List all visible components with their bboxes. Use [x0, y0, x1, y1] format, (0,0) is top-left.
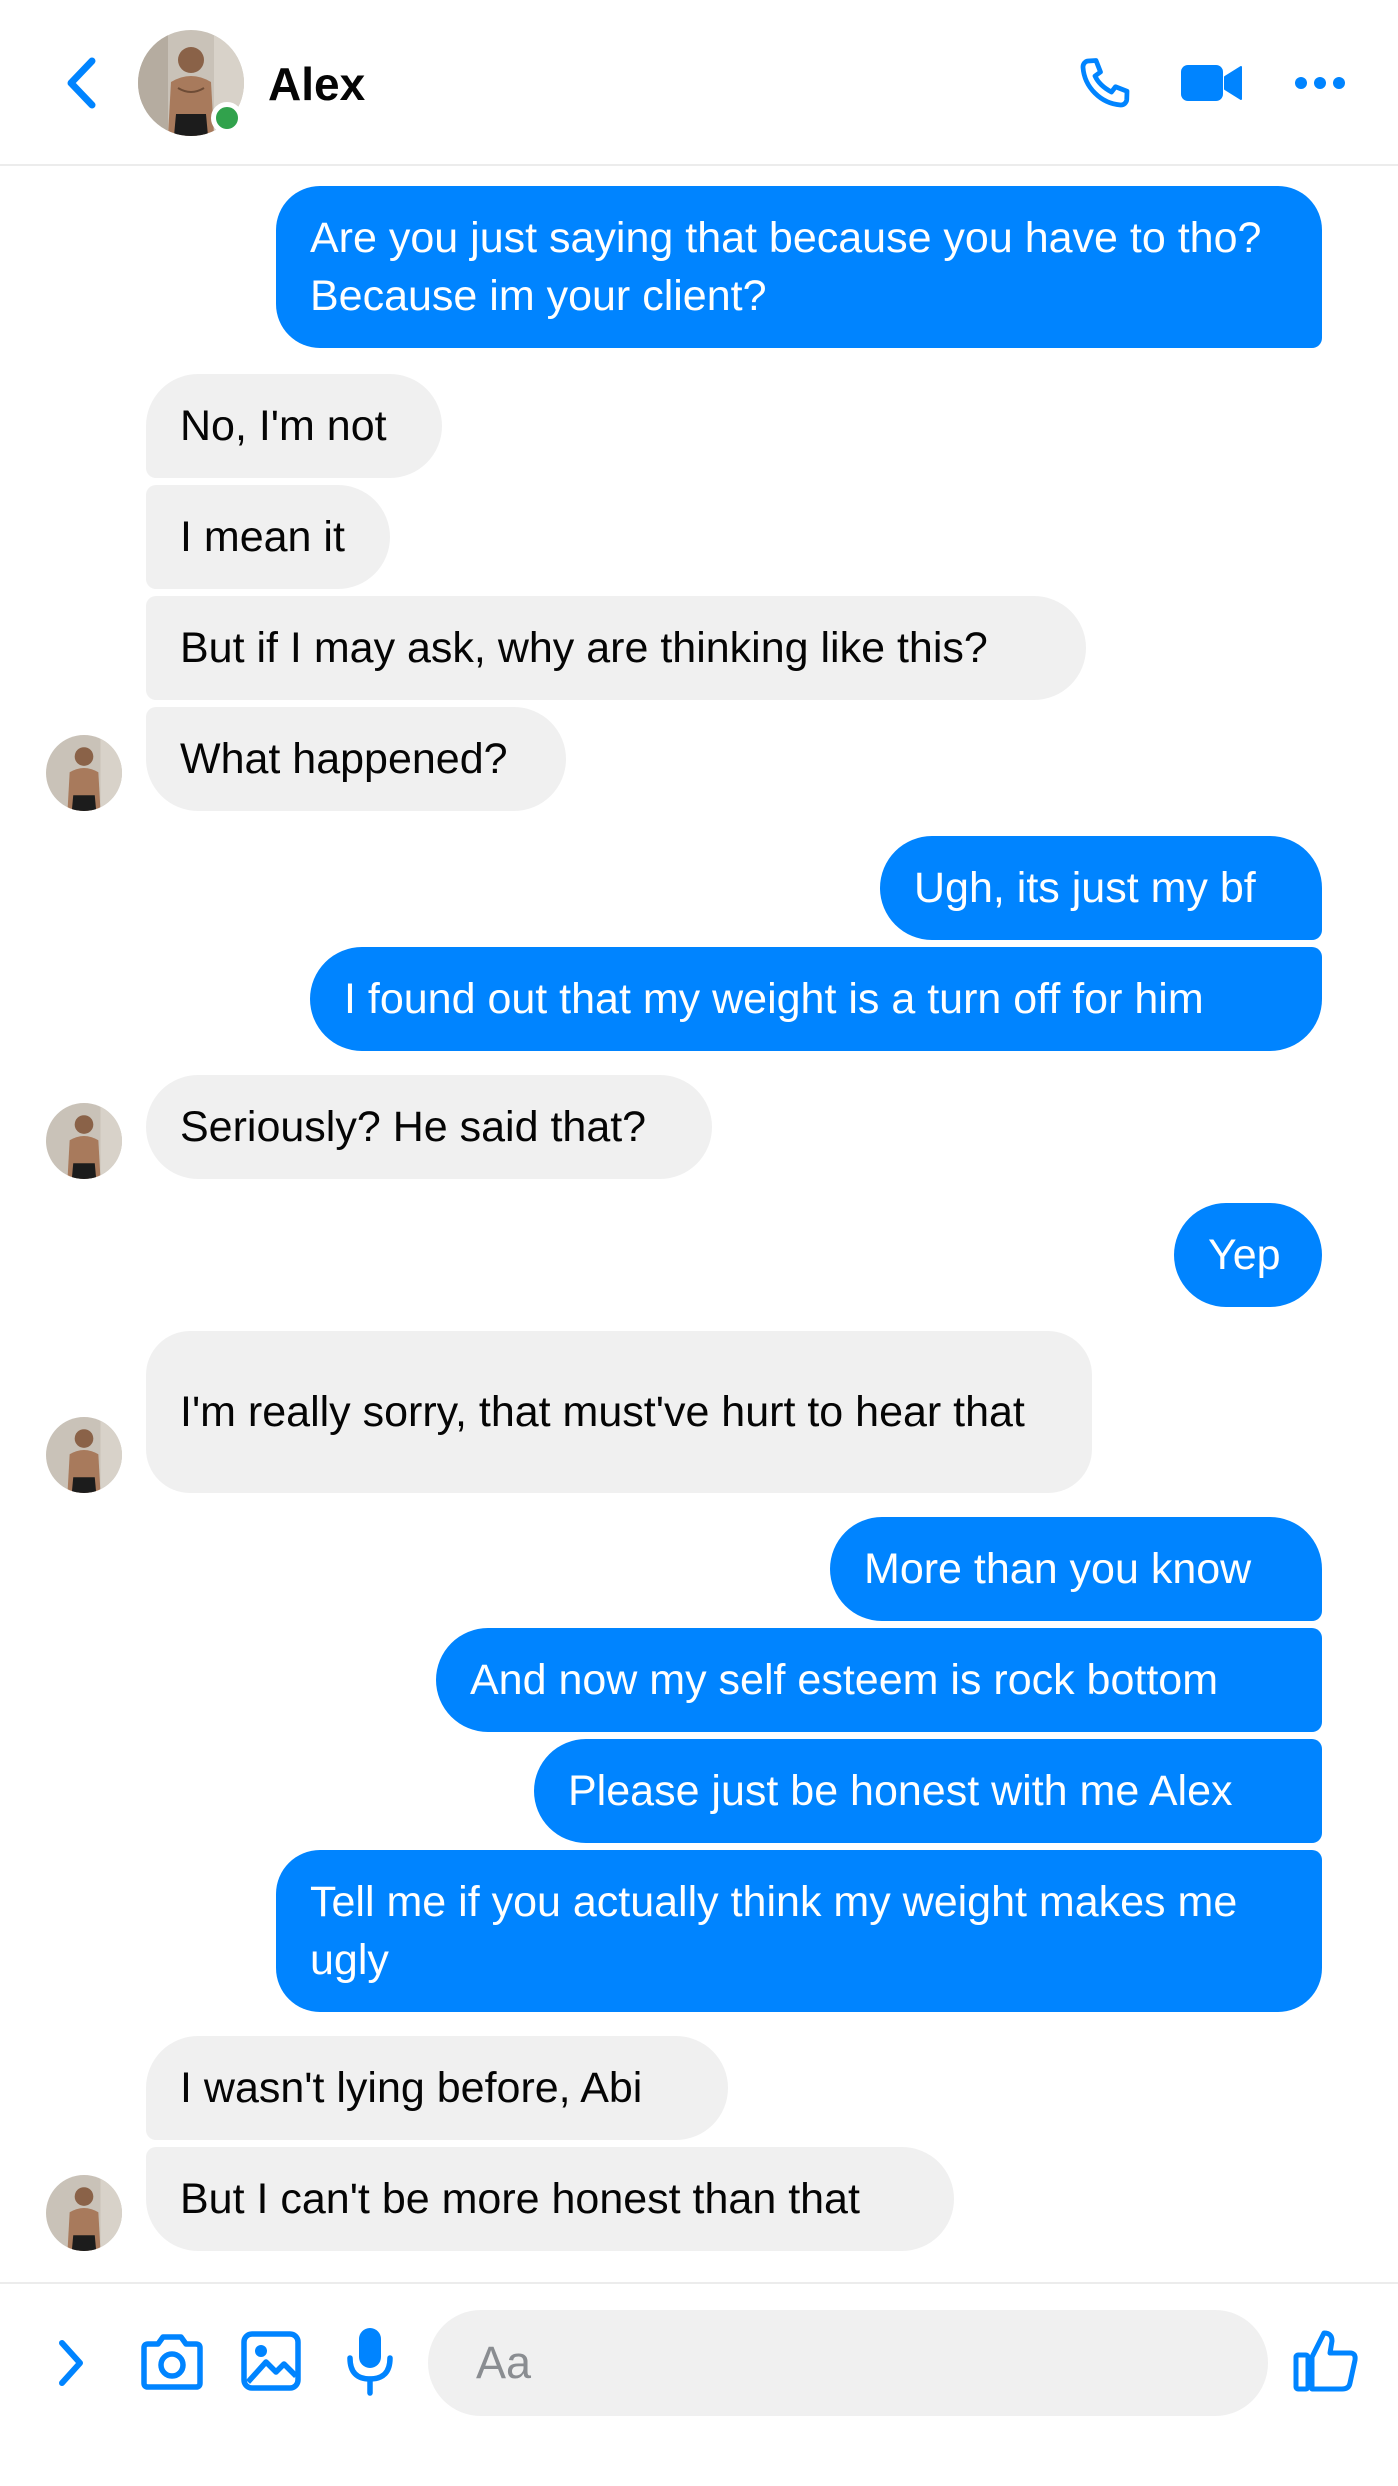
message-text: Yep — [1208, 1231, 1281, 1279]
message-bubble-incoming[interactable]: But I can't be more honest than that — [146, 2147, 954, 2251]
message-text: Seriously? He said that? — [180, 1103, 647, 1151]
message-text: Tell me if you actually think my weight … — [310, 1878, 1238, 1984]
message-bubble-incoming[interactable]: I wasn't lying before, Abi — [146, 2036, 728, 2140]
camera-button[interactable] — [136, 2326, 208, 2398]
message-text: More than you know — [864, 1545, 1252, 1593]
message-bubble-outgoing[interactable]: Tell me if you actually think my weight … — [276, 1850, 1322, 2012]
message-bubble-incoming[interactable]: What happened? — [146, 707, 566, 811]
message-bubble-outgoing[interactable]: Yep — [1174, 1203, 1322, 1307]
sender-avatar[interactable] — [46, 1417, 122, 1493]
video-call-button[interactable] — [1178, 48, 1246, 118]
message-text: Ugh, its just my bf — [914, 864, 1256, 912]
back-button[interactable] — [56, 50, 106, 116]
more-dots-icon — [1295, 77, 1345, 89]
expand-chevron-icon — [59, 2340, 83, 2386]
message-text: Are you just saying that because you hav… — [310, 214, 1262, 320]
chat-header: Alex — [0, 0, 1398, 166]
message-text: No, I'm not — [180, 402, 387, 450]
sender-avatar[interactable] — [46, 735, 122, 811]
more-options-button[interactable] — [1290, 48, 1350, 118]
contact-name[interactable]: Alex — [268, 56, 365, 112]
message-text: I found out that my weight is a turn off… — [344, 975, 1204, 1023]
message-text: I'm really sorry, that must've hurt to h… — [180, 1388, 1025, 1436]
microphone-icon — [347, 2328, 393, 2396]
message-bubble-incoming[interactable]: I'm really sorry, that must've hurt to h… — [146, 1331, 1092, 1493]
message-text: What happened? — [180, 735, 508, 783]
message-bubble-outgoing[interactable]: Please just be honest with me Alex — [534, 1739, 1322, 1843]
sender-avatar[interactable] — [46, 2175, 122, 2251]
back-arrow-icon — [67, 57, 96, 109]
expand-actions-button[interactable] — [46, 2330, 96, 2396]
message-input[interactable] — [428, 2310, 1268, 2416]
messenger-chat-screen: Alex Are you just saying that because yo… — [0, 0, 1398, 2486]
message-bubble-incoming[interactable]: I mean it — [146, 485, 390, 589]
message-text: But if I may ask, why are thinking like … — [180, 624, 988, 672]
message-text: I mean it — [180, 513, 345, 561]
image-icon — [241, 2331, 301, 2391]
message-bubble-outgoing[interactable]: Ugh, its just my bf — [880, 836, 1322, 940]
message-bubble-outgoing[interactable]: More than you know — [830, 1517, 1322, 1621]
message-text: I wasn't lying before, Abi — [180, 2064, 643, 2112]
like-button[interactable] — [1290, 2322, 1362, 2400]
thumbs-up-icon — [1293, 2330, 1358, 2392]
phone-icon — [1080, 58, 1130, 108]
online-status-dot — [211, 102, 243, 134]
message-bubble-incoming[interactable]: No, I'm not — [146, 374, 442, 478]
message-bubble-incoming[interactable]: But if I may ask, why are thinking like … — [146, 596, 1086, 700]
voice-message-button[interactable] — [338, 2322, 402, 2400]
gallery-button[interactable] — [236, 2326, 306, 2396]
message-bubble-outgoing[interactable]: I found out that my weight is a turn off… — [310, 947, 1322, 1051]
message-bubble-outgoing[interactable]: And now my self esteem is rock bottom — [436, 1628, 1322, 1732]
message-text: But I can't be more honest than that — [180, 2175, 860, 2223]
voice-call-button[interactable] — [1072, 48, 1138, 118]
message-thread[interactable]: Are you just saying that because you hav… — [0, 166, 1398, 2282]
video-camera-icon — [1181, 65, 1242, 101]
camera-icon — [141, 2334, 203, 2390]
message-bubble-outgoing[interactable]: Are you just saying that because you hav… — [276, 186, 1322, 348]
message-text: And now my self esteem is rock bottom — [470, 1656, 1219, 1704]
message-bubble-incoming[interactable]: Seriously? He said that? — [146, 1075, 712, 1179]
sender-avatar[interactable] — [46, 1103, 122, 1179]
message-text: Please just be honest with me Alex — [568, 1767, 1233, 1815]
